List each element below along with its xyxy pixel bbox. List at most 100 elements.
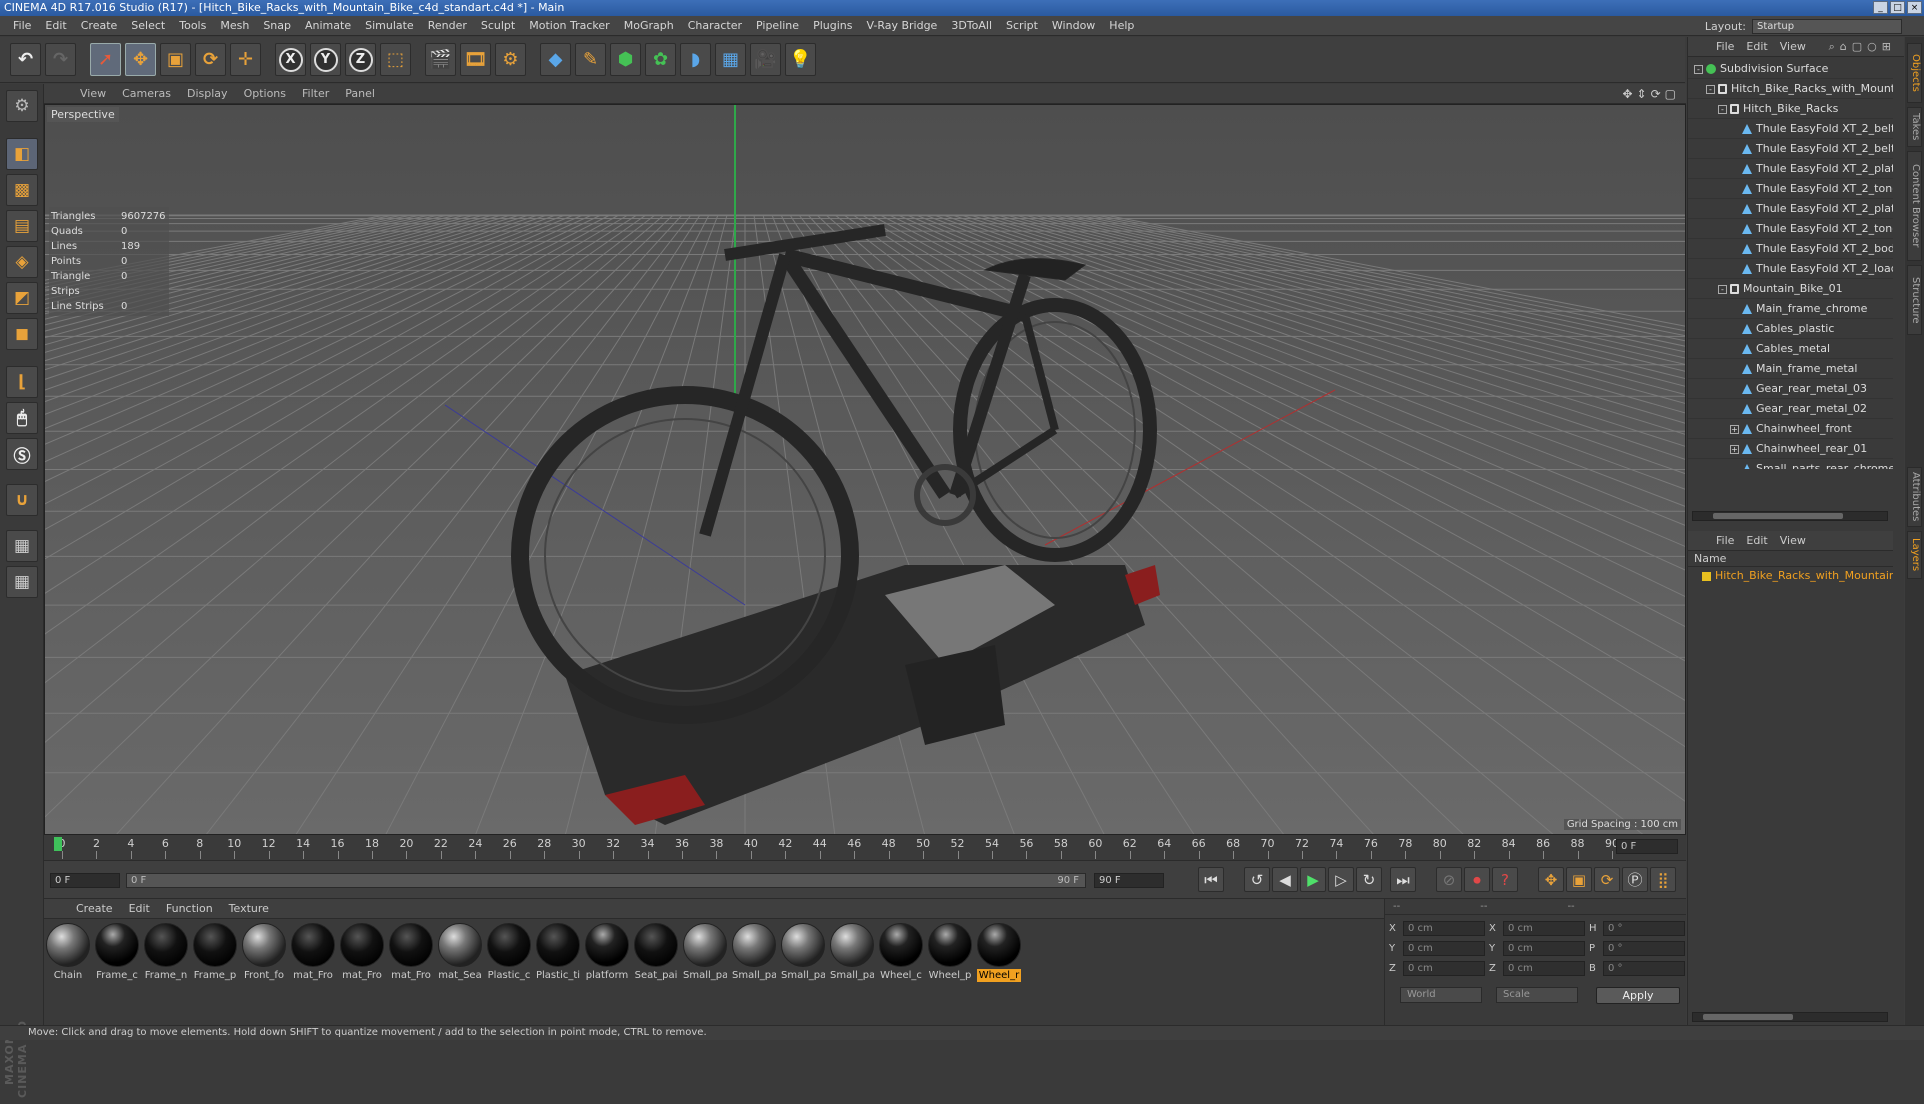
tree-item[interactable]: Gear_rear_metal_02 — [1688, 399, 1893, 419]
menu-3dtoall[interactable]: 3DToAll — [944, 16, 999, 36]
coord-field[interactable]: 0 cm — [1403, 921, 1485, 936]
edges-mode-icon[interactable]: ◩ — [6, 282, 38, 314]
material-swatch[interactable]: mat_Sea — [438, 923, 482, 982]
material-swatch[interactable]: Frame_n — [144, 923, 188, 982]
object-menu-edit[interactable]: Edit — [1740, 40, 1773, 53]
render-picture-viewer-icon[interactable]: 🎞 — [460, 43, 491, 76]
coordinate-system-icon[interactable]: ⬚ — [380, 43, 411, 76]
end-frame-field[interactable]: 90 F — [1094, 873, 1164, 888]
viewport-menu-options[interactable]: Options — [236, 87, 294, 100]
material-swatch[interactable]: Plastic_c — [487, 923, 531, 982]
side-tab-layers[interactable]: Layers — [1907, 531, 1922, 579]
material-menu-function[interactable]: Function — [158, 902, 221, 915]
render-view-icon[interactable]: 🎬 — [425, 43, 456, 76]
menu-help[interactable]: Help — [1102, 16, 1141, 36]
menu-edit[interactable]: Edit — [38, 16, 73, 36]
deformer-icon[interactable]: ◗ — [680, 43, 711, 76]
goto-start-icon[interactable]: ⏮ — [1198, 867, 1224, 892]
menu-window[interactable]: Window — [1045, 16, 1102, 36]
layer-hscroll[interactable] — [1692, 1012, 1888, 1022]
expand-toggle-icon[interactable]: + — [1730, 444, 1739, 454]
workplane-icon[interactable]: ▤ — [6, 210, 38, 242]
tree-item[interactable]: - Subdivision Surface — [1688, 59, 1893, 79]
autokey-icon[interactable]: ? — [1492, 867, 1518, 892]
timeline-playhead[interactable] — [54, 837, 62, 851]
coord-field[interactable]: 0 cm — [1403, 961, 1485, 976]
prev-key-icon[interactable]: ↺ — [1244, 867, 1270, 892]
layout-dropdown[interactable]: Startup — [1752, 19, 1902, 34]
material-swatch[interactable]: Small_pa — [683, 923, 727, 982]
timeline-end-field[interactable]: 0 F — [1616, 839, 1678, 854]
tree-item[interactable]: Thule EasyFold XT_2_body — [1688, 239, 1893, 259]
material-swatch[interactable]: mat_Fro — [389, 923, 433, 982]
menu-file[interactable]: File — [6, 16, 38, 36]
coord-field[interactable]: 0 cm — [1503, 961, 1585, 976]
render-settings-icon[interactable]: ⚙ — [495, 43, 526, 76]
viewport-menu-display[interactable]: Display — [179, 87, 236, 100]
viewport-menu-filter[interactable]: Filter — [294, 87, 337, 100]
tree-item[interactable]: Cables_plastic — [1688, 319, 1893, 339]
cloner-icon[interactable]: ✿ — [645, 43, 676, 76]
make-editable-icon[interactable]: ⚙ — [6, 90, 38, 122]
material-swatch[interactable]: Small_pa — [830, 923, 874, 982]
material-swatch[interactable]: mat_Fro — [291, 923, 335, 982]
tree-item[interactable]: + Chainwheel_front — [1688, 419, 1893, 439]
menu-tools[interactable]: Tools — [172, 16, 213, 36]
menu-snap[interactable]: Snap — [256, 16, 298, 36]
menu-plugins[interactable]: Plugins — [806, 16, 859, 36]
model-mode-icon[interactable]: ◧ — [6, 138, 38, 170]
coord-field[interactable]: 0 cm — [1503, 941, 1585, 956]
tree-item[interactable]: Main_frame_chrome — [1688, 299, 1893, 319]
tree-item[interactable]: Small_parts_rear_chrome — [1688, 459, 1893, 469]
key-position-icon[interactable]: ✥ — [1538, 867, 1564, 892]
goto-end-icon[interactable]: ⏭ — [1390, 867, 1416, 892]
coord-size-dropdown[interactable]: Scale — [1496, 987, 1578, 1003]
menu-mesh[interactable]: Mesh — [213, 16, 256, 36]
material-swatch[interactable]: Wheel_c — [879, 923, 923, 982]
coord-field[interactable]: 0 ° — [1603, 921, 1685, 936]
redo-button[interactable]: ↷ — [45, 43, 76, 76]
menu-select[interactable]: Select — [124, 16, 172, 36]
material-swatch[interactable]: Frame_c — [95, 923, 139, 982]
recent-tool-icon[interactable]: ✛ — [230, 43, 261, 76]
tree-item[interactable]: Thule EasyFold XT_2_tongs — [1688, 219, 1893, 239]
apply-button[interactable]: Apply — [1596, 987, 1680, 1004]
material-swatch[interactable]: Plastic_ti — [536, 923, 580, 982]
coord-system-dropdown[interactable]: World — [1400, 987, 1482, 1003]
lock-workplane-icon[interactable]: ▦ — [6, 530, 38, 562]
coord-field[interactable]: 0 cm — [1403, 941, 1485, 956]
object-tree-hscroll[interactable] — [1692, 511, 1888, 521]
minimize-button[interactable]: _ — [1873, 1, 1888, 14]
expand-toggle-icon[interactable]: - — [1694, 64, 1703, 74]
magnet-icon[interactable]: ∪ — [6, 484, 38, 516]
subdivision-surface-icon[interactable]: ⬢ — [610, 43, 641, 76]
scale-tool-icon[interactable]: ▣ — [160, 43, 191, 76]
menu-simulate[interactable]: Simulate — [358, 16, 421, 36]
prev-frame-icon[interactable]: ◀ — [1272, 867, 1298, 892]
menu-mograph[interactable]: MoGraph — [617, 16, 681, 36]
viewport-menu-view[interactable]: View — [72, 87, 114, 100]
side-tab-attributes[interactable]: Attributes — [1907, 467, 1922, 527]
menu-pipeline[interactable]: Pipeline — [749, 16, 806, 36]
object-manager-search-icon[interactable]: ⌕⌂▢○⊞ — [1829, 40, 1896, 54]
menu-motion-tracker[interactable]: Motion Tracker — [522, 16, 616, 36]
viewport-menu-panel[interactable]: Panel — [337, 87, 383, 100]
material-swatch[interactable]: Front_fo — [242, 923, 286, 982]
axis-mode-icon[interactable]: ⌊ — [6, 366, 38, 398]
x-axis-lock-button[interactable]: X — [275, 43, 306, 76]
move-tool-icon[interactable]: ✥ — [125, 43, 156, 76]
side-tab-objects[interactable]: Objects — [1907, 43, 1922, 103]
material-menu-texture[interactable]: Texture — [221, 902, 277, 915]
tree-item[interactable]: Thule EasyFold XT_2_belt_L — [1688, 139, 1893, 159]
object-menu-file[interactable]: File — [1710, 40, 1740, 53]
menu-sculpt[interactable]: Sculpt — [474, 16, 522, 36]
tree-item[interactable]: Main_frame_metal — [1688, 359, 1893, 379]
next-frame-icon[interactable]: ▷ — [1328, 867, 1354, 892]
tree-item[interactable]: Thule EasyFold XT_2_platform — [1688, 199, 1893, 219]
play-icon[interactable]: ▶ — [1300, 867, 1326, 892]
layer-item[interactable]: Hitch_Bike_Racks_with_Mountain_Bike — [1688, 567, 1893, 585]
object-menu-view[interactable]: View — [1774, 40, 1812, 53]
material-swatch[interactable]: Small_pa — [781, 923, 825, 982]
tree-item[interactable]: - Hitch_Bike_Racks_with_Mountain_Bike — [1688, 79, 1893, 99]
material-menu-create[interactable]: Create — [68, 902, 121, 915]
